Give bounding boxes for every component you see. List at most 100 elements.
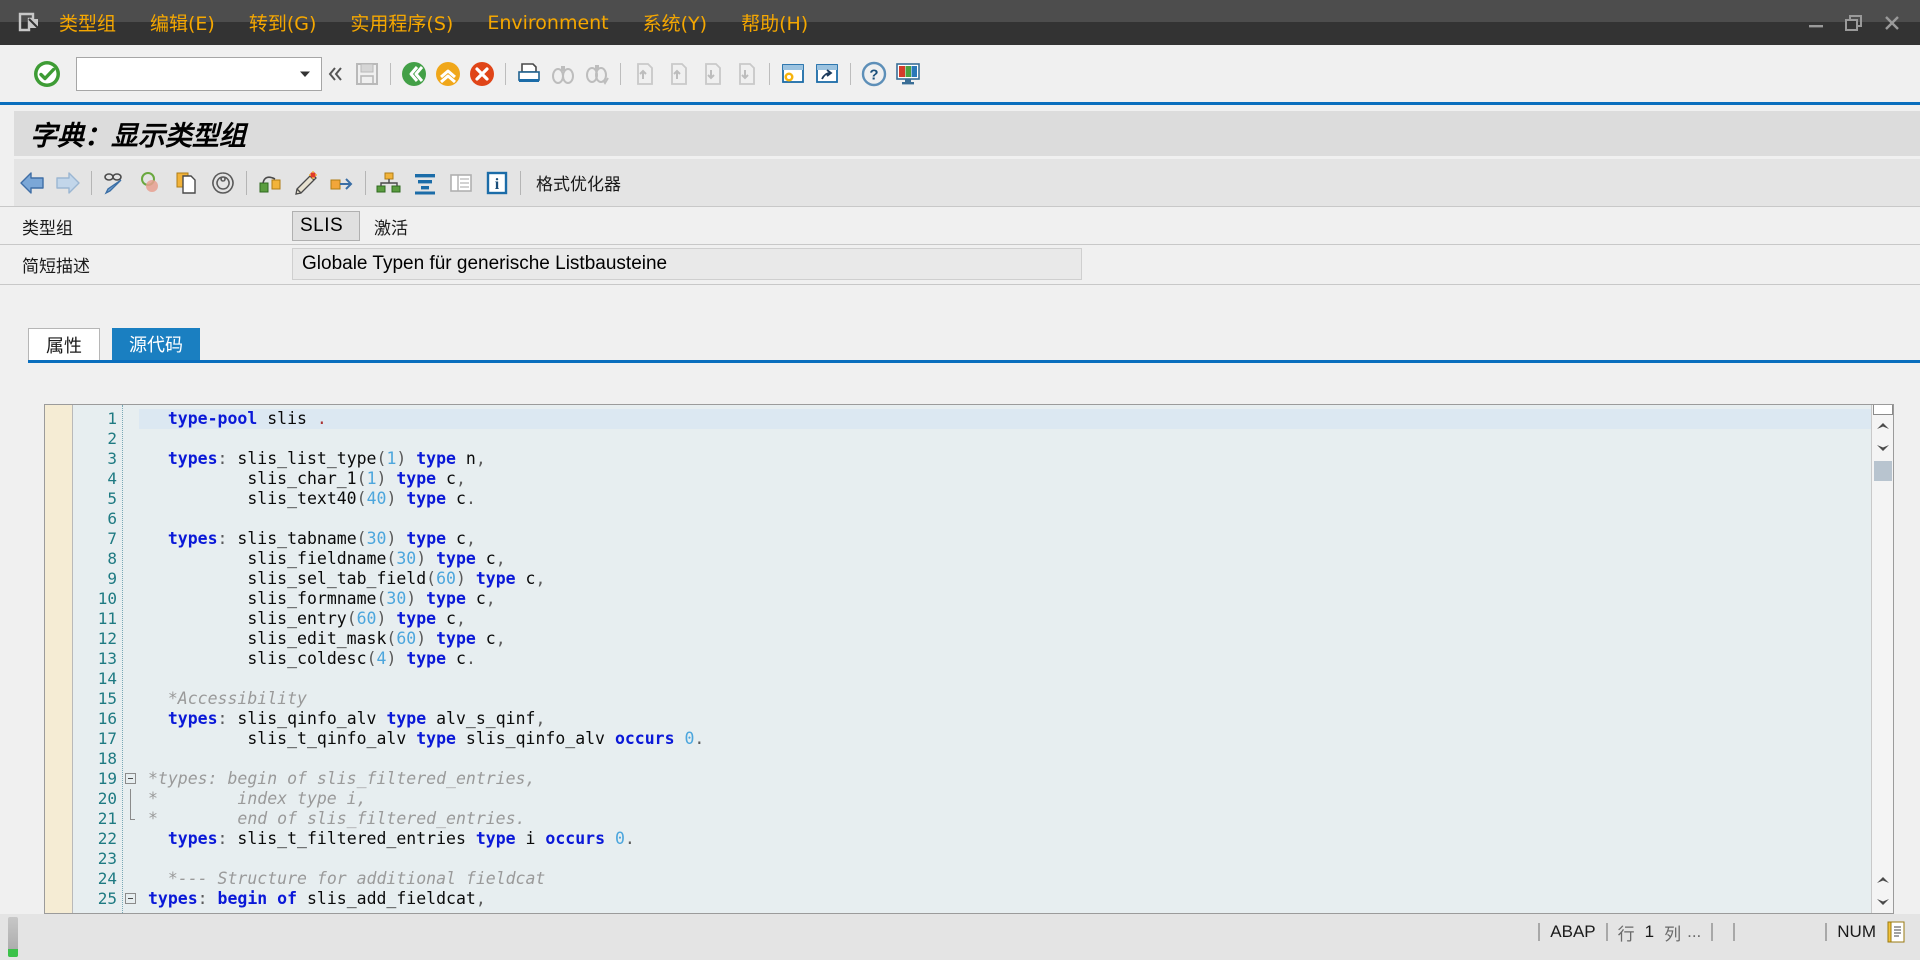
green-check-icon[interactable] [32, 59, 62, 89]
check-icon[interactable] [133, 166, 169, 200]
code-line[interactable] [139, 749, 1893, 769]
help-icon[interactable]: ? [857, 57, 891, 91]
create-session-icon[interactable] [776, 57, 810, 91]
menu-item-edit[interactable]: 编辑(E) [133, 0, 232, 45]
double-chevron-left-icon[interactable] [322, 57, 350, 91]
tab-source-code[interactable]: 源代码 [112, 328, 200, 360]
code-line[interactable]: types: slis_t_filtered_entries type i oc… [139, 829, 1893, 849]
tab-attributes[interactable]: 属性 [28, 328, 100, 360]
display-change-icon[interactable] [97, 166, 133, 200]
code-line[interactable]: slis_t_qinfo_alv type slis_qinfo_alv occ… [139, 729, 1893, 749]
hierarchy-icon[interactable] [371, 166, 407, 200]
menu-item-goto[interactable]: 转到(G) [232, 0, 334, 45]
code-token: type [406, 529, 447, 548]
line-number: 16 [97, 709, 117, 728]
code-line[interactable]: slis_fieldname(30) type c, [139, 549, 1893, 569]
sap-logo-icon[interactable] [16, 10, 42, 36]
menu-item-utilities[interactable]: 实用程序(S) [333, 0, 470, 45]
scrollbar-split-handle[interactable] [1872, 405, 1893, 415]
code-line[interactable]: types: slis_qinfo_alv type alv_s_qinf, [139, 709, 1893, 729]
save-icon[interactable] [350, 57, 384, 91]
chevron-down-icon[interactable] [297, 66, 313, 82]
code-line[interactable]: * end of slis_filtered_entries. [139, 809, 1893, 829]
scroll-up-bottom-icon[interactable] [1872, 869, 1894, 891]
cancel-red-icon[interactable] [465, 57, 499, 91]
generate-icon[interactable] [324, 166, 360, 200]
code-text-area[interactable]: type-pool slis . types: slis_list_type(1… [139, 405, 1893, 913]
code-fold-gutter[interactable] [123, 405, 139, 913]
list-icon[interactable] [443, 166, 479, 200]
code-token: c [515, 569, 536, 588]
code-line[interactable]: slis_entry(60) type c, [139, 609, 1893, 629]
next-page-icon[interactable] [695, 57, 729, 91]
code-token: slis_edit_mask [247, 629, 387, 648]
typegroup-input[interactable]: SLIS [292, 211, 360, 241]
status-bar: ABAP 行 1 列 ... NUM [0, 914, 1920, 960]
info-icon[interactable]: i [479, 166, 515, 200]
code-line[interactable]: *Accessibility [139, 689, 1893, 709]
code-line[interactable]: * index type i, [139, 789, 1893, 809]
menu-item-typegroup[interactable]: 类型组 [42, 0, 133, 45]
restore-icon[interactable] [1836, 5, 1872, 41]
code-line[interactable]: types: slis_tabname(30) type c, [139, 529, 1893, 549]
copy-icon[interactable] [169, 166, 205, 200]
code-token: . [465, 489, 476, 508]
status-bar-right: ABAP 行 1 列 ... NUM [1528, 914, 1920, 950]
bookmark-gutter[interactable] [45, 405, 73, 913]
command-field[interactable] [76, 56, 322, 91]
code-line[interactable]: slis_coldesc(4) type c. [139, 649, 1893, 669]
pretty-printer-icon[interactable] [288, 166, 324, 200]
menu-item-help[interactable]: 帮助(H) [724, 0, 825, 45]
fold-marker[interactable] [123, 769, 139, 789]
editor-vertical-scrollbar[interactable] [1871, 405, 1893, 913]
back-green-icon[interactable] [397, 57, 431, 91]
format-optimizer-button[interactable]: 格式优化器 [526, 170, 631, 195]
code-line[interactable]: *types: begin of slis_filtered_entries, [139, 769, 1893, 789]
code-line[interactable] [139, 509, 1893, 529]
description-input[interactable]: Globale Typen für generische Listbaustei… [292, 248, 1082, 280]
activate-icon[interactable] [252, 166, 288, 200]
code-line[interactable]: types: slis_list_type(1) type n, [139, 449, 1893, 469]
forward-arrow-icon[interactable] [50, 166, 86, 200]
menu-item-system[interactable]: 系统(Y) [626, 0, 724, 45]
code-line[interactable] [139, 669, 1893, 689]
customize-layout-icon[interactable] [891, 57, 925, 91]
session-icon[interactable] [1886, 921, 1906, 943]
code-line[interactable]: slis_formname(30) type c, [139, 589, 1893, 609]
minimize-icon[interactable] [1798, 5, 1834, 41]
sort-icon[interactable] [407, 166, 443, 200]
menu-item-environment[interactable]: Environment [470, 0, 625, 45]
code-line[interactable] [139, 849, 1893, 869]
code-line[interactable]: slis_sel_tab_field(60) type c, [139, 569, 1893, 589]
code-line[interactable]: slis_char_1(1) type c, [139, 469, 1893, 489]
code-line[interactable]: slis_edit_mask(60) type c, [139, 629, 1893, 649]
scroll-down-icon[interactable] [1872, 437, 1894, 459]
scroll-down-bottom-icon[interactable] [1872, 891, 1894, 913]
code-line[interactable]: type-pool slis . [139, 409, 1893, 429]
source-code-editor[interactable]: 1 2 3 4 5 6 7 8 9 10 11 12 13 14 15 16 17 18 19 20 21 22 23 24 2… [44, 404, 1894, 914]
code-line[interactable]: *--- Structure for additional fieldcat [139, 869, 1893, 889]
print-icon[interactable] [512, 57, 546, 91]
where-used-icon[interactable] [205, 166, 241, 200]
code-token: n [456, 449, 476, 468]
close-icon[interactable] [1874, 5, 1910, 41]
first-page-icon[interactable] [627, 57, 661, 91]
previous-page-icon[interactable] [661, 57, 695, 91]
create-shortcut-icon[interactable] [810, 57, 844, 91]
code-line[interactable]: slis_text40(40) type c. [139, 489, 1893, 509]
code-token: ) [406, 589, 427, 608]
find-next-icon[interactable] [580, 57, 614, 91]
code-line[interactable]: types: begin of slis_add_fieldcat, [139, 889, 1893, 909]
scrollbar-thumb[interactable] [1873, 461, 1892, 481]
status-num-lock: NUM [1837, 922, 1876, 941]
command-input[interactable] [77, 58, 297, 89]
exit-yellow-icon[interactable] [431, 57, 465, 91]
find-icon[interactable] [546, 57, 580, 91]
last-page-icon[interactable] [729, 57, 763, 91]
scroll-up-icon[interactable] [1872, 415, 1894, 437]
back-arrow-icon[interactable] [14, 166, 50, 200]
code-line[interactable] [139, 429, 1893, 449]
fold-marker[interactable] [123, 889, 139, 909]
